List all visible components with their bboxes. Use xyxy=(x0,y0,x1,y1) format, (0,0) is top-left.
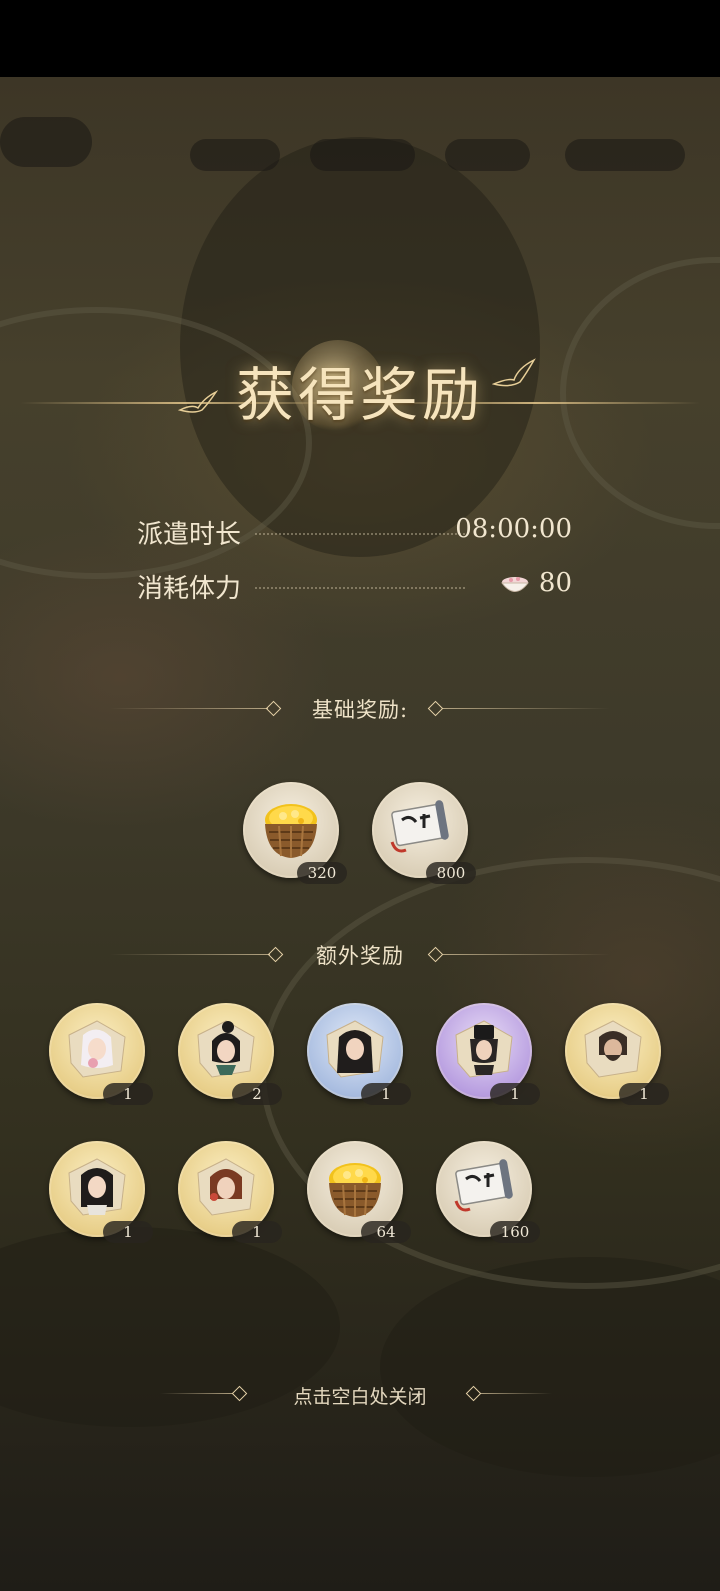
close-hint-label: 点击空白处关闭 xyxy=(293,1386,427,1408)
dimmed-background-map[interactable] xyxy=(0,77,720,1591)
reward-item-robe-scroll[interactable]: 160 xyxy=(436,1141,540,1243)
page-title: 获得奖励 xyxy=(235,361,484,429)
background-hud-pill xyxy=(190,139,280,171)
background-hud-pill xyxy=(310,139,415,171)
basic-rewards-header: 基础奖励: xyxy=(0,694,720,724)
character-portrait-red-hair-icon xyxy=(197,1158,255,1216)
reward-item-gold-basket[interactable]: 64 xyxy=(307,1141,411,1243)
extra-rewards-label: 额外奖励 xyxy=(316,944,404,968)
background-hud-pill xyxy=(565,139,685,171)
reward-item-character-shard[interactable]: 1 xyxy=(49,1003,153,1105)
gold-coin-basket-icon xyxy=(265,804,317,858)
reward-item-character-shard[interactable]: 1 xyxy=(307,1003,411,1105)
character-portrait-white-hair-icon xyxy=(68,1020,126,1078)
reward-item-character-shard[interactable]: 2 xyxy=(178,1003,282,1105)
dispatch-duration-row: 派遣时长 08:00:00 xyxy=(137,512,572,552)
status-bar xyxy=(0,0,720,77)
reward-count: 320 xyxy=(297,862,347,884)
reward-item-character-shard[interactable]: 1 xyxy=(178,1141,282,1243)
reward-item-gold-basket[interactable]: 320 xyxy=(243,782,347,884)
reward-item-character-shard[interactable]: 1 xyxy=(49,1141,153,1243)
reward-count: 2 xyxy=(232,1083,282,1105)
reward-item-character-shard[interactable]: 1 xyxy=(436,1003,540,1105)
reward-count: 1 xyxy=(103,1083,153,1105)
reward-count: 1 xyxy=(232,1221,282,1243)
background-hud-button xyxy=(0,117,92,167)
close-hint[interactable]: 点击空白处关闭 xyxy=(0,1380,720,1410)
reward-item-robe-scroll[interactable]: 800 xyxy=(372,782,476,884)
reward-count: 1 xyxy=(103,1221,153,1243)
hint-line-right xyxy=(480,1393,552,1394)
stamina-value: 80 xyxy=(538,568,572,598)
basic-rewards-label: 基础奖励: xyxy=(311,698,409,722)
rice-bowl-icon xyxy=(500,574,530,598)
character-portrait-scholar-icon xyxy=(68,1158,126,1216)
duration-value: 08:00:00 xyxy=(455,514,572,544)
dotted-leader xyxy=(255,533,465,535)
background-hill xyxy=(380,1257,720,1477)
duration-label: 派遣时长 xyxy=(137,520,242,550)
reward-count: 1 xyxy=(490,1083,540,1105)
reward-title-banner: 获得奖励 xyxy=(0,330,720,440)
reward-count: 64 xyxy=(361,1221,411,1243)
gold-coin-basket-icon xyxy=(329,1163,381,1217)
character-portrait-black-hat-icon xyxy=(455,1020,513,1078)
section-line-right xyxy=(442,954,610,955)
reward-count: 160 xyxy=(490,1221,540,1243)
extra-rewards-header: 额外奖励 xyxy=(0,940,720,970)
character-portrait-topknot-icon xyxy=(197,1020,255,1078)
character-portrait-long-hair-icon xyxy=(326,1020,384,1078)
character-portrait-beard-icon xyxy=(584,1020,642,1078)
reward-count: 800 xyxy=(426,862,476,884)
embroidered-robe-scroll-icon xyxy=(454,1159,513,1212)
section-line-right xyxy=(442,708,610,709)
stamina-label: 消耗体力 xyxy=(137,574,242,604)
reward-count: 1 xyxy=(619,1083,669,1105)
dotted-leader xyxy=(255,587,465,589)
embroidered-robe-scroll-icon xyxy=(390,800,449,853)
reward-item-character-shard[interactable]: 1 xyxy=(565,1003,669,1105)
reward-count: 1 xyxy=(361,1083,411,1105)
background-hud-pill xyxy=(445,139,530,171)
stamina-cost-row: 消耗体力 80 xyxy=(137,566,572,606)
